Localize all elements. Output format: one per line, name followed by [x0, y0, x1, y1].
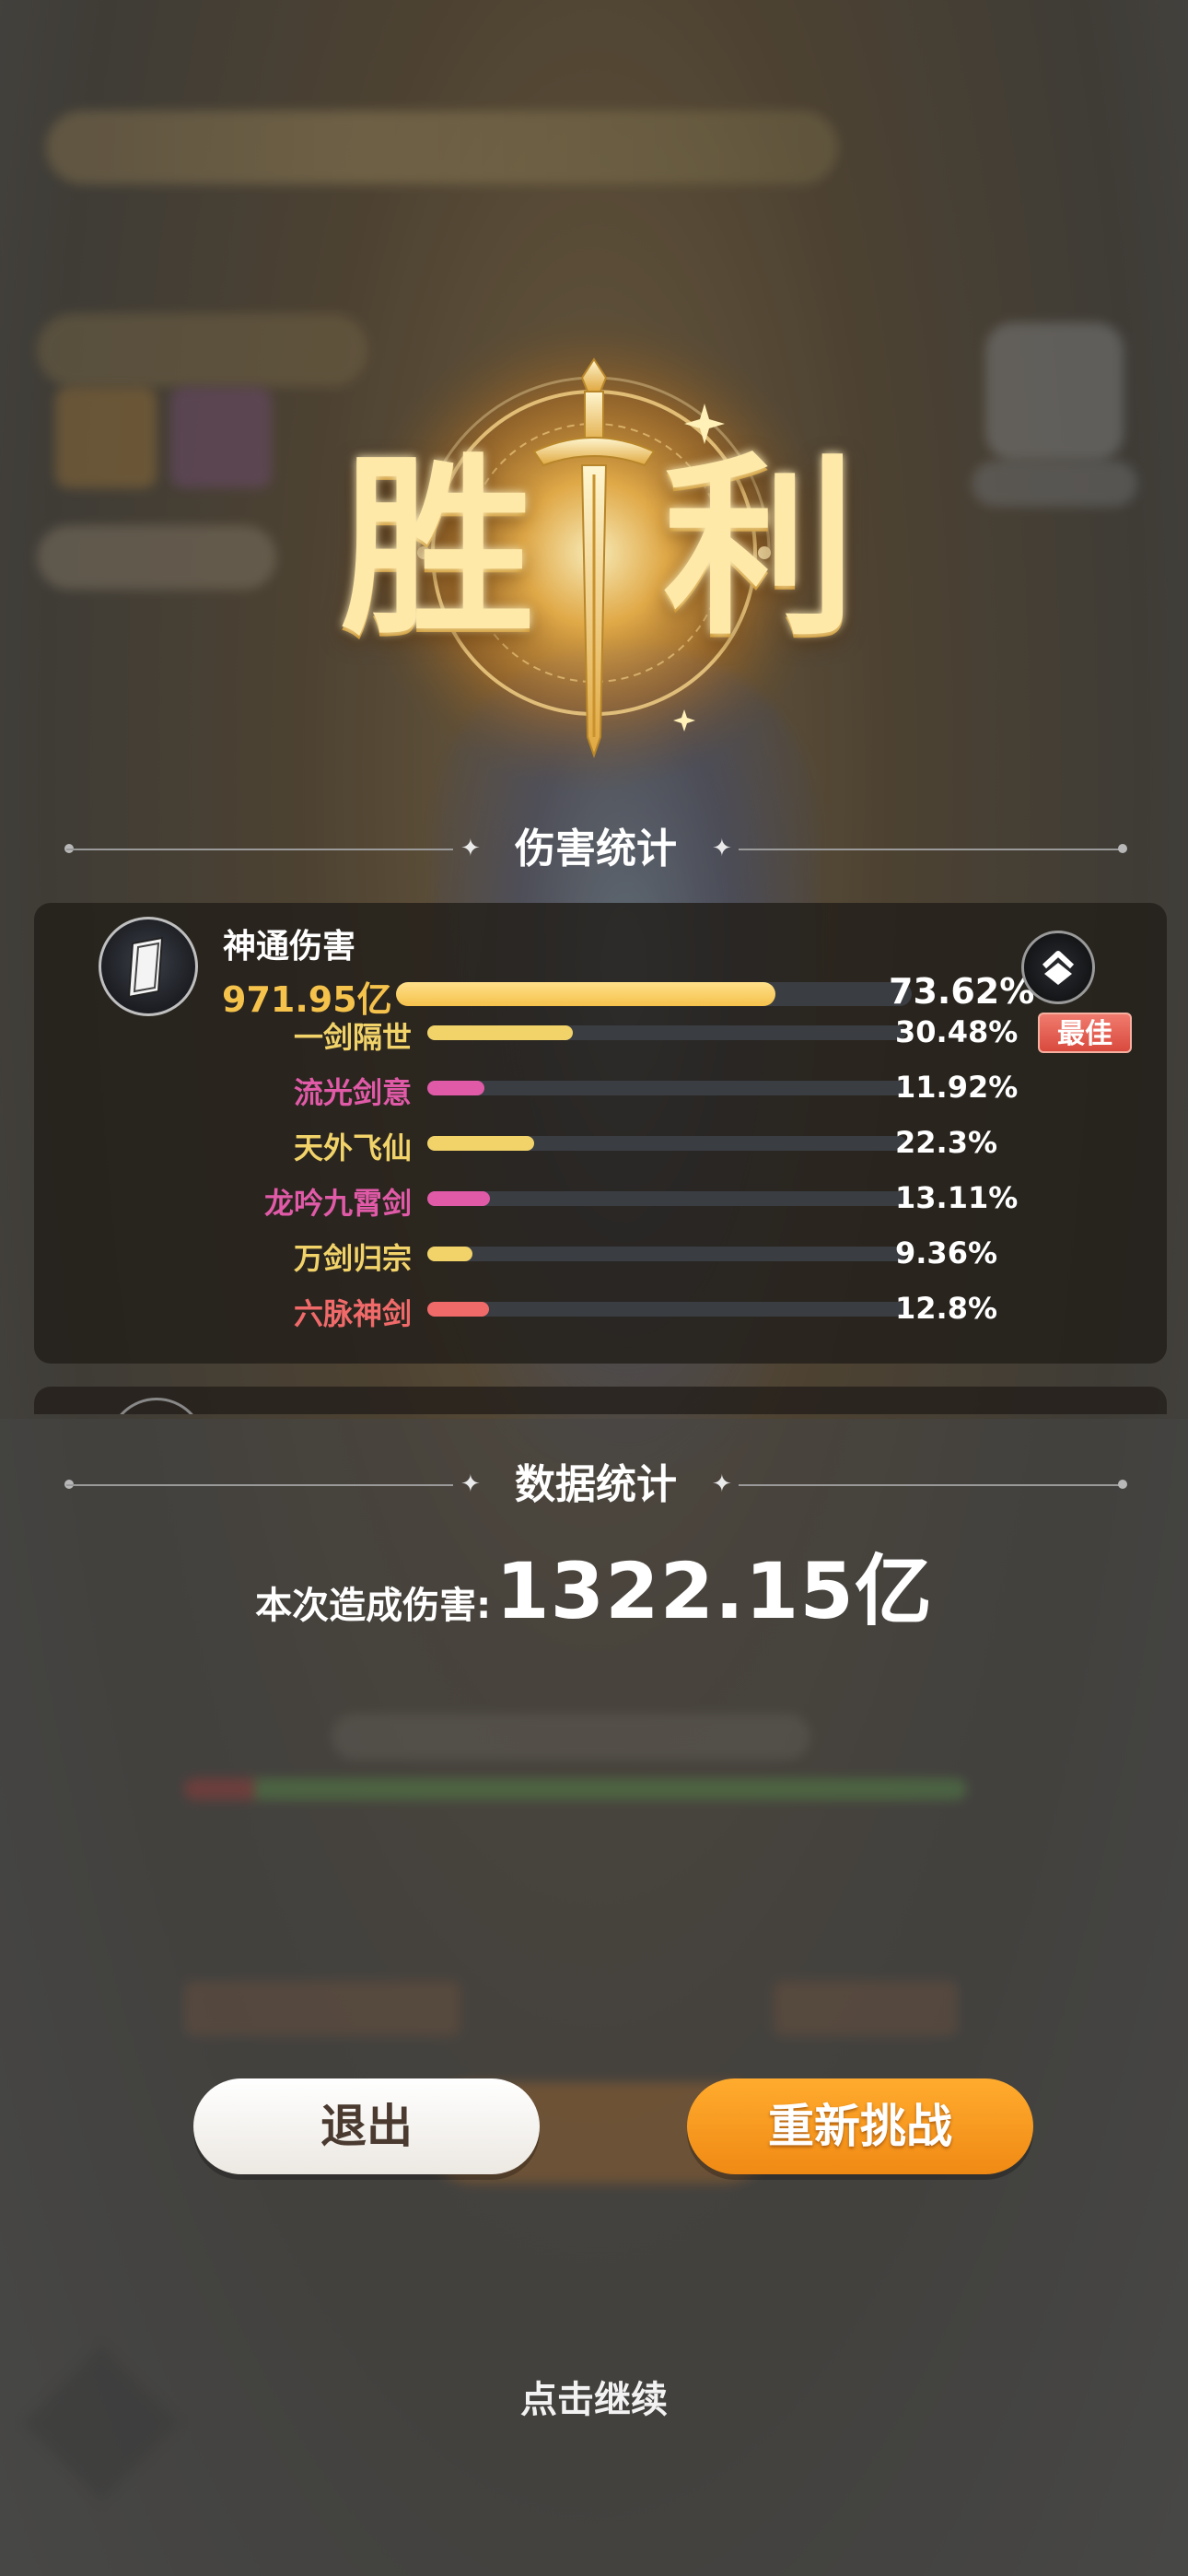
divider-dot	[1118, 1480, 1127, 1489]
skill-bar	[427, 1302, 906, 1317]
tap-to-continue[interactable]: 点击继续	[0, 2370, 1188, 2423]
skill-bar	[427, 1191, 906, 1206]
skill-percent: 11.92%	[895, 1070, 1019, 1105]
background-card	[170, 387, 272, 488]
background-card	[55, 387, 157, 488]
skill-name: 天外飞仙	[293, 1130, 412, 1165]
retry-button[interactable]: 重新挑战	[687, 2078, 1033, 2174]
background-stat	[774, 1981, 958, 2036]
background-stat	[184, 1981, 460, 2036]
skill-name: 一剑隔世	[293, 1020, 412, 1055]
background-label	[332, 1714, 810, 1760]
skill-bar	[427, 1136, 906, 1151]
diamond-icon: ✦	[712, 835, 732, 862]
skill-row: 龙吟九霄剑 13.11%	[34, 1177, 1167, 1223]
background-pill	[972, 461, 1137, 507]
background-progress	[184, 1778, 967, 1800]
skill-bar-fill	[427, 1136, 534, 1151]
background-shop-icon	[985, 322, 1124, 461]
skill-percent: 9.36%	[895, 1235, 998, 1270]
total-damage: 本次造成伤害: 1322.15亿	[0, 1529, 1188, 1641]
damage-category-bar-fill	[396, 982, 776, 1006]
victory-title-char: 胜	[341, 434, 535, 662]
total-damage-value: 1322.15亿	[495, 1546, 933, 1636]
damage-panel-next	[34, 1387, 1167, 1414]
divider-line	[739, 1484, 1125, 1486]
skill-bar-fill	[427, 1191, 491, 1206]
skill-bar	[427, 1025, 906, 1040]
diamond-icon: ✦	[712, 1470, 732, 1498]
victory-title: 胜 利	[341, 451, 856, 645]
skill-percent: 22.3%	[895, 1125, 998, 1160]
chevron-up-icon[interactable]	[1021, 931, 1095, 1004]
damage-category-name: 神通伤害	[223, 928, 356, 966]
avatar	[108, 1398, 205, 1414]
skill-name: 龙吟九霄剑	[263, 1186, 412, 1221]
skill-row: 流光剑意 11.92%	[34, 1066, 1167, 1112]
skill-percent: 13.11%	[895, 1180, 1019, 1215]
skill-name: 万剑归宗	[293, 1241, 412, 1276]
skill-bar-fill	[427, 1247, 472, 1261]
skill-bar-fill	[427, 1302, 489, 1317]
skill-percent: 12.8%	[895, 1291, 998, 1326]
divider-dot	[1118, 844, 1127, 853]
divider-line	[739, 849, 1125, 850]
best-badge: 最佳	[1038, 1013, 1132, 1053]
data-stats-header: ✦ 数据统计 ✦	[64, 1458, 1127, 1513]
skill-row: 一剑隔世 30.48% 最佳	[34, 1011, 1167, 1057]
background-top-bar	[46, 111, 838, 184]
skill-name: 流光剑意	[293, 1075, 412, 1110]
victory-title-char: 利	[662, 434, 856, 662]
skill-percent: 30.48%	[895, 1014, 1019, 1049]
damage-panel: 神通伤害 971.95亿 73.62% 一剑隔世 30.48% 最佳 流光剑意 11.9…	[34, 903, 1167, 1364]
skill-bar-fill	[427, 1025, 574, 1040]
skill-bar	[427, 1081, 906, 1095]
damage-stats-header: ✦ 伤害统计 ✦	[64, 822, 1127, 877]
damage-category-bar	[396, 982, 912, 1006]
skill-bar	[427, 1247, 906, 1261]
skill-row: 万剑归宗 9.36%	[34, 1232, 1167, 1278]
skill-row: 六脉神剑 12.8%	[34, 1287, 1167, 1333]
total-damage-label: 本次造成伤害:	[255, 1585, 492, 1627]
background-pill	[37, 525, 276, 590]
exit-button[interactable]: 退出	[193, 2078, 540, 2174]
skill-name: 六脉神剑	[293, 1296, 412, 1331]
damage-category-percent: 73.62%	[889, 971, 1035, 1012]
skill-bar-fill	[427, 1081, 484, 1095]
victory-screen[interactable]: 胜 利 ✦ 伤害统计 ✦ 神通伤害 971.95亿 73.62% 一剑隔世 30…	[0, 0, 1188, 2576]
skill-row: 天外飞仙 22.3%	[34, 1121, 1167, 1167]
book-icon	[99, 917, 198, 1016]
